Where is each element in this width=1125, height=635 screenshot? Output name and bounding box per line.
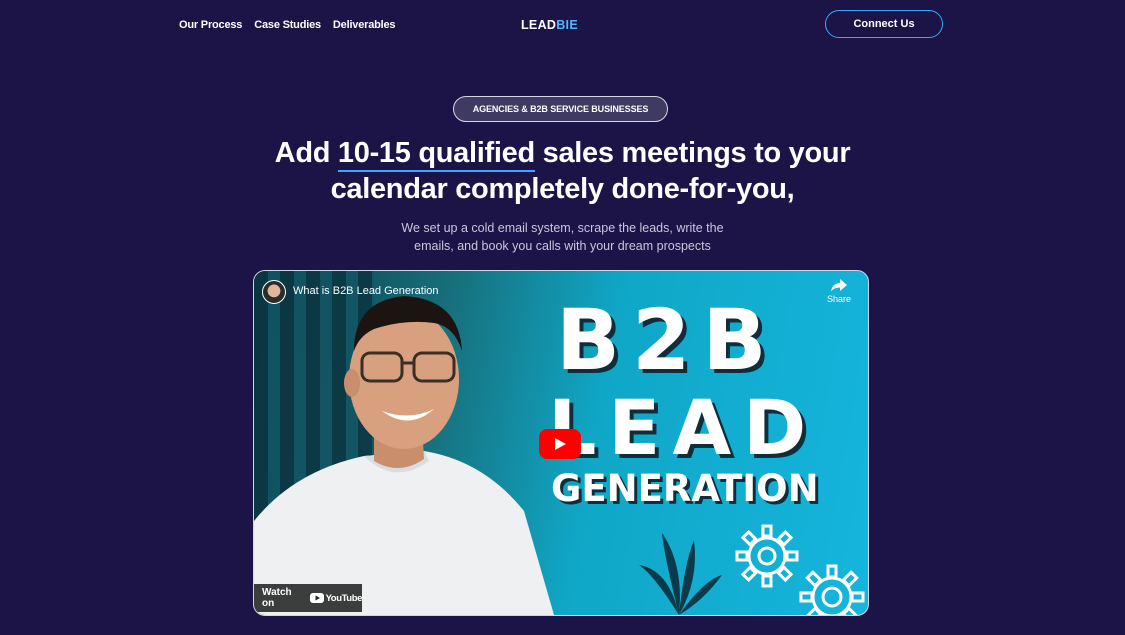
thumbnail-text-b2b: B2B	[556, 291, 779, 389]
audience-badge: AGENCIES & B2B SERVICE BUSINESSES	[453, 96, 668, 122]
logo-text-bie: BIE	[556, 18, 578, 32]
play-button[interactable]	[539, 429, 581, 459]
subheadline-line1: We set up a cold email system, scrape th…	[401, 221, 724, 235]
plant-leaves	[639, 533, 722, 615]
hero-headline: Add 10-15 qualified sales meetings to yo…	[0, 135, 1125, 207]
thumbnail-text-generation: GENERATION	[551, 467, 819, 510]
hero-subheadline: We set up a cold email system, scrape th…	[0, 219, 1125, 255]
thumbnail-text-lead: LEAD	[548, 383, 819, 472]
nav-case-studies[interactable]: Case Studies	[254, 19, 321, 31]
subheadline-line2: emails, and book you calls with your dre…	[414, 239, 711, 253]
connect-us-button[interactable]: Connect Us	[825, 10, 943, 38]
share-button[interactable]: Share	[822, 279, 856, 304]
watch-on-youtube[interactable]: Watch on YouTube	[254, 584, 362, 612]
youtube-logo: YouTube	[309, 592, 363, 604]
play-icon	[555, 438, 566, 450]
headline-line2: calendar completely done-for-you,	[330, 173, 795, 205]
watch-on-label: Watch on	[262, 587, 292, 609]
gear-icon	[735, 524, 799, 588]
youtube-icon	[309, 593, 324, 603]
nav-our-process[interactable]: Our Process	[179, 19, 242, 31]
channel-avatar[interactable]	[262, 280, 286, 304]
nav-deliverables[interactable]: Deliverables	[333, 19, 396, 31]
share-label: Share	[826, 294, 852, 304]
thumbnail-person	[254, 296, 554, 615]
site-logo[interactable]: LEADBIE	[521, 18, 578, 32]
logo-text-lead: LEAD	[521, 18, 557, 32]
headline-middle: sales meetings to your	[534, 137, 851, 169]
gear-icon	[799, 564, 865, 615]
headline-prefix: Add	[274, 137, 338, 169]
main-nav: Our Process Case Studies Deliverables	[179, 19, 396, 31]
youtube-wordmark: YouTube	[325, 592, 363, 604]
share-icon	[831, 279, 847, 292]
video-title[interactable]: What is B2B Lead Generation	[293, 285, 439, 297]
headline-highlight: 10-15 qualified	[337, 137, 535, 172]
video-embed[interactable]: What is B2B Lead Generation Share B2B LE…	[253, 270, 869, 616]
